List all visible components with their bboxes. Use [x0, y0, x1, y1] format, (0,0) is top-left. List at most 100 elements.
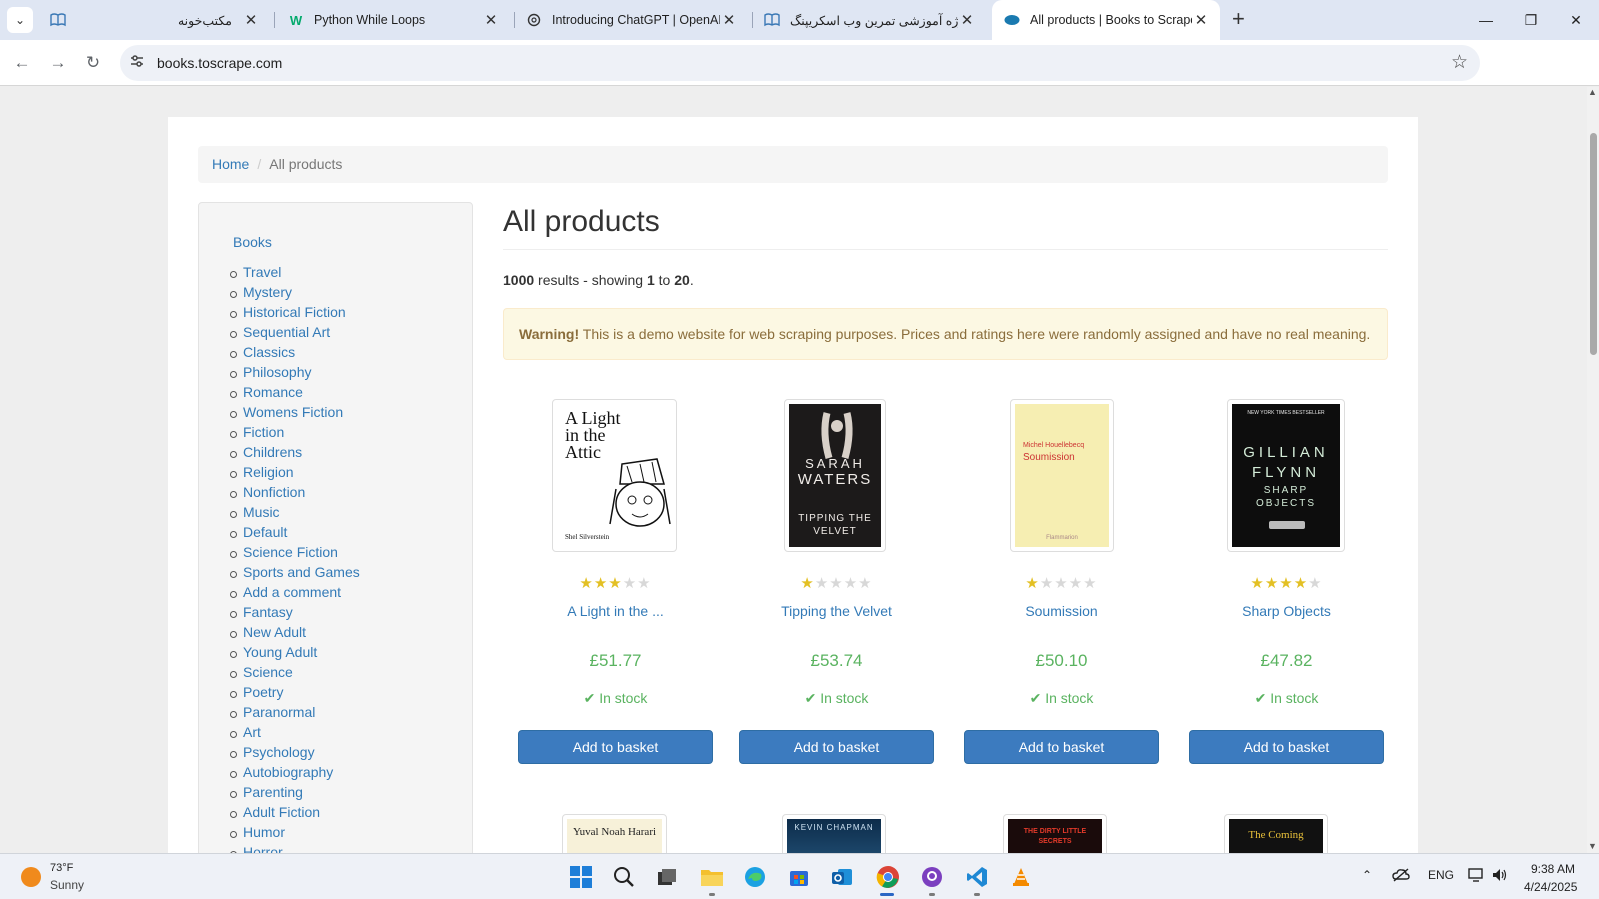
close-icon[interactable]: ✕	[1192, 11, 1210, 29]
product-thumbnail[interactable]: The Coming	[1224, 814, 1328, 853]
site-settings-icon[interactable]	[130, 54, 144, 71]
category-link[interactable]: Sports and Games	[230, 564, 360, 584]
tab-books-to-scrape[interactable]: All products | Books to Scrape - ✕	[992, 0, 1220, 40]
star-empty-icon: ★	[1054, 575, 1069, 592]
forward-button[interactable]: →	[45, 50, 71, 76]
tab-maktabkhooneh[interactable]: مکتب‌خونه ✕	[46, 0, 266, 40]
category-link[interactable]: Travel	[230, 264, 360, 284]
category-link[interactable]: Humor	[230, 824, 360, 844]
category-link[interactable]: Science	[230, 664, 360, 684]
language-indicator[interactable]: ENG	[1428, 868, 1454, 882]
weather-temperature[interactable]: 73°F	[50, 862, 73, 874]
restore-button[interactable]: ❐	[1508, 0, 1554, 40]
category-link[interactable]: Autobiography	[230, 764, 360, 784]
chevron-up-icon[interactable]: ⌃	[1362, 868, 1372, 882]
task-view-button[interactable]	[652, 862, 682, 892]
results-total: 1000	[503, 272, 535, 288]
category-link[interactable]: Fiction	[230, 424, 360, 444]
category-link[interactable]: Paranormal	[230, 704, 360, 724]
category-link[interactable]: Romance	[230, 384, 360, 404]
tab-search-button[interactable]: ⌄	[7, 7, 33, 33]
volume-icon[interactable]	[1492, 868, 1508, 885]
product-title-link[interactable]: A Light in the ...	[518, 603, 713, 619]
close-icon[interactable]: ✕	[958, 11, 976, 29]
store-button[interactable]	[784, 862, 814, 892]
bookmark-star-icon[interactable]: ☆	[1451, 51, 1468, 74]
edge-button[interactable]	[740, 862, 770, 892]
book-cover-image: NEW YORK TIMES BESTSELLER GILLIAN FLYNN …	[1232, 404, 1340, 547]
category-link[interactable]: Music	[230, 504, 360, 524]
book-icon	[50, 12, 66, 28]
category-link[interactable]: Parenting	[230, 784, 360, 804]
search-button[interactable]	[609, 862, 639, 892]
close-icon[interactable]: ✕	[720, 11, 738, 29]
file-explorer-button[interactable]	[697, 862, 727, 892]
close-icon[interactable]: ✕	[242, 11, 260, 29]
add-to-basket-button[interactable]: Add to basket	[964, 730, 1159, 764]
category-link[interactable]: New Adult	[230, 624, 360, 644]
category-link[interactable]: Psychology	[230, 744, 360, 764]
active-indicator	[880, 893, 894, 896]
minimize-button[interactable]: —	[1463, 0, 1509, 40]
product-thumbnail[interactable]: Yuval Noah Harari	[562, 814, 667, 853]
network-icon[interactable]	[1468, 868, 1484, 885]
category-link[interactable]: Science Fiction	[230, 544, 360, 564]
task-view-icon	[658, 869, 676, 885]
weather-condition[interactable]: Sunny	[50, 878, 84, 892]
scrollbar-thumb[interactable]	[1590, 133, 1597, 355]
category-link[interactable]: Nonfiction	[230, 484, 360, 504]
category-link[interactable]: Fantasy	[230, 604, 360, 624]
product-thumbnail[interactable]: A Light in the Attic Shel Silverstein	[552, 399, 677, 552]
category-link[interactable]: Default	[230, 524, 360, 544]
product-thumbnail[interactable]: Michel Houellebecq Soumission Flammarion	[1010, 399, 1114, 552]
category-link[interactable]: Philosophy	[230, 364, 360, 384]
tab-chatgpt[interactable]: Introducing ChatGPT | OpenAI ✕	[522, 0, 744, 40]
add-to-basket-button[interactable]: Add to basket	[739, 730, 934, 764]
address-bar[interactable]: books.toscrape.com ☆	[120, 45, 1480, 81]
product-title-link[interactable]: Soumission	[964, 603, 1159, 619]
category-link[interactable]: Religion	[230, 464, 360, 484]
product-title-link[interactable]: Sharp Objects	[1189, 603, 1384, 619]
onedrive-icon[interactable]	[1392, 868, 1410, 885]
start-button[interactable]	[566, 862, 596, 892]
add-to-basket-button[interactable]: Add to basket	[518, 730, 713, 764]
category-link[interactable]: Horror	[230, 844, 360, 853]
vscode-button[interactable]	[962, 862, 992, 892]
product-thumbnail[interactable]: THE DIRTY LITTLE SECRETS	[1003, 814, 1107, 853]
category-link[interactable]: Add a comment	[230, 584, 360, 604]
category-link[interactable]: Young Adult	[230, 644, 360, 664]
reload-button[interactable]: ↻	[80, 50, 106, 76]
category-link[interactable]: Poetry	[230, 684, 360, 704]
scroll-up-icon[interactable]: ▲	[1588, 87, 1597, 97]
close-icon[interactable]: ✕	[482, 11, 500, 29]
product-thumbnail[interactable]: KEVIN CHAPMAN	[782, 814, 886, 853]
sun-icon[interactable]	[21, 867, 41, 887]
product-title-link[interactable]: Tipping the Velvet	[739, 603, 934, 619]
breadcrumb-home-link[interactable]: Home	[212, 156, 249, 172]
category-link[interactable]: Adult Fiction	[230, 804, 360, 824]
tab-web-scraping-project[interactable]: پروژه آموزشی تمرین وب اسکریپنگ ✕	[760, 0, 982, 40]
outlook-button[interactable]	[827, 862, 857, 892]
category-link[interactable]: Sequential Art	[230, 324, 360, 344]
category-link[interactable]: Childrens	[230, 444, 360, 464]
clock-time[interactable]: 9:38 AM	[1531, 862, 1575, 876]
new-tab-button[interactable]: +	[1232, 8, 1245, 30]
clock-date[interactable]: 4/24/2025	[1524, 880, 1577, 894]
add-to-basket-button[interactable]: Add to basket	[1189, 730, 1384, 764]
category-link[interactable]: Classics	[230, 344, 360, 364]
github-desktop-button[interactable]	[917, 862, 947, 892]
category-link[interactable]: Womens Fiction	[230, 404, 360, 424]
tab-python-while[interactable]: W Python While Loops ✕	[284, 0, 506, 40]
vlc-button[interactable]	[1006, 862, 1036, 892]
product-thumbnail[interactable]: SARAH WATERS TIPPING THE VELVET	[784, 399, 886, 552]
close-window-button[interactable]: ✕	[1553, 0, 1599, 40]
back-button[interactable]: ←	[9, 50, 35, 76]
chrome-button[interactable]	[873, 862, 903, 892]
sidebar-root-link[interactable]: Books	[233, 234, 272, 250]
page-scrollbar[interactable]: ▲ ▼	[1587, 87, 1599, 853]
category-link[interactable]: Art	[230, 724, 360, 744]
category-link[interactable]: Mystery	[230, 284, 360, 304]
scroll-down-icon[interactable]: ▼	[1588, 841, 1597, 851]
product-thumbnail[interactable]: NEW YORK TIMES BESTSELLER GILLIAN FLYNN …	[1227, 399, 1345, 552]
category-link[interactable]: Historical Fiction	[230, 304, 360, 324]
